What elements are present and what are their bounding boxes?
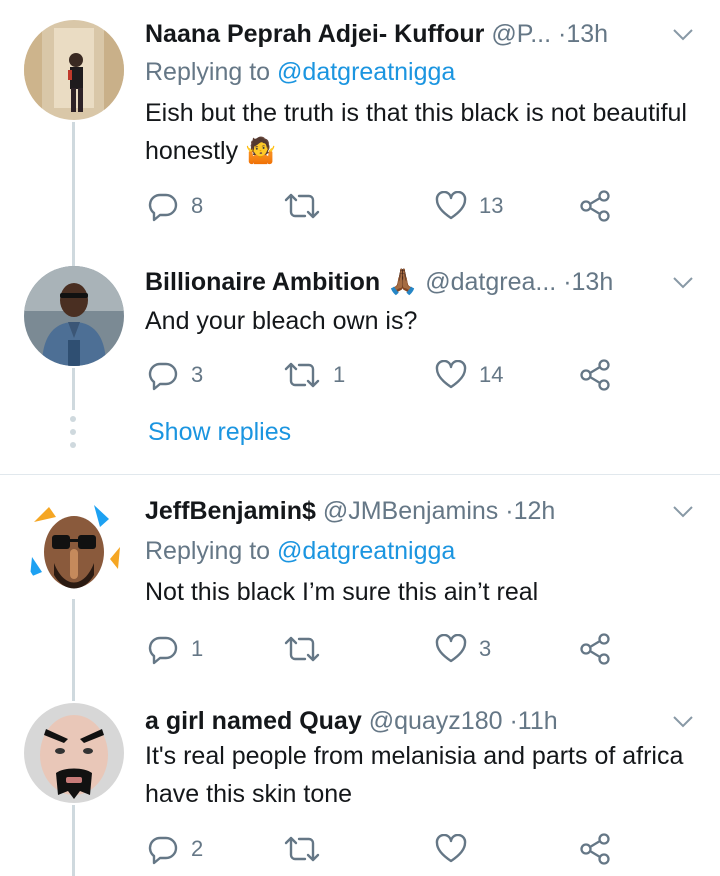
like-icon — [435, 360, 467, 389]
replying-to-label: Replying to — [145, 58, 271, 86]
user-handle[interactable]: @P... — [491, 20, 551, 48]
tweet-2[interactable]: Billionaire Ambition 🙏🏾 @datgrea... ·13h… — [0, 240, 720, 472]
avatar[interactable] — [24, 266, 124, 366]
reply-count: 1 — [191, 636, 204, 661]
display-name[interactable]: Naana Peprah Adjei- Kuffour — [145, 20, 484, 48]
tweet-text: Not this black I’m sure this ain’t real — [145, 578, 539, 606]
retweet-icon — [284, 362, 320, 388]
like-icon — [435, 191, 467, 220]
avatar[interactable] — [24, 703, 124, 803]
tweet-text: And your bleach own is? — [145, 307, 418, 335]
share-button[interactable] — [578, 357, 612, 393]
share-button[interactable] — [578, 831, 612, 867]
share-icon — [580, 633, 610, 665]
chevron-down-icon[interactable] — [672, 715, 694, 729]
tweet-actions: 2 — [145, 831, 615, 867]
like-button[interactable]: 14 — [435, 357, 503, 393]
like-count: 13 — [479, 193, 504, 218]
timestamp[interactable]: 13h — [572, 268, 614, 296]
tweet-4[interactable]: a girl named Quay @quayz180 ·11h It's re… — [0, 701, 720, 876]
tweet-3[interactable]: JeffBenjamin$ @JMBenjamins ·12h Replying… — [0, 475, 720, 701]
thread-line — [72, 122, 75, 240]
like-button[interactable] — [435, 831, 479, 867]
show-replies-link[interactable]: Show replies — [148, 418, 291, 447]
reply-icon — [148, 193, 178, 222]
share-icon — [580, 359, 610, 391]
retweet-icon — [284, 836, 320, 862]
replying-to: Replying to @datgreatnigga — [145, 54, 455, 90]
like-icon — [435, 834, 467, 863]
tweet-actions: 1 3 — [145, 631, 615, 667]
timestamp[interactable]: 12h — [514, 497, 556, 525]
share-icon — [580, 190, 610, 222]
display-name[interactable]: a girl named Quay — [145, 707, 362, 735]
separator: · — [505, 497, 514, 525]
retweet-button[interactable] — [283, 831, 333, 867]
reply-icon — [148, 636, 178, 665]
like-button[interactable]: 3 — [435, 631, 491, 667]
retweet-button[interactable] — [283, 631, 333, 667]
retweet-count: 1 — [333, 362, 346, 387]
retweet-button[interactable] — [283, 188, 333, 224]
tweet-actions: 8 13 — [145, 188, 615, 224]
reply-icon — [148, 836, 178, 865]
retweet-icon — [284, 193, 320, 219]
replying-to-label: Replying to — [145, 537, 271, 565]
mention-link[interactable]: @datgreatnigga — [277, 537, 455, 565]
thread-line — [72, 599, 75, 701]
share-button[interactable] — [578, 188, 612, 224]
separator: · — [563, 268, 572, 296]
user-handle[interactable]: @quayz180 — [369, 707, 503, 735]
tweet-header: Billionaire Ambition 🙏🏾 @datgrea... ·13h — [145, 262, 613, 302]
reply-count: 2 — [191, 836, 204, 861]
tweet-1[interactable]: Naana Peprah Adjei- Kuffour @P... ·13h R… — [0, 0, 720, 240]
reply-button[interactable]: 2 — [147, 831, 203, 867]
display-name[interactable]: Billionaire Ambition 🙏🏾 — [145, 268, 418, 296]
separator: · — [509, 707, 518, 735]
user-handle[interactable]: @JMBenjamins — [323, 497, 498, 525]
user-handle[interactable]: @datgrea... — [425, 268, 556, 296]
display-name[interactable]: JeffBenjamin$ — [145, 497, 316, 525]
tweet-text: Eish but the truth is that this black is… — [145, 99, 687, 165]
reply-button[interactable]: 1 — [147, 631, 203, 667]
reply-count: 3 — [191, 362, 204, 387]
reply-button[interactable]: 8 — [147, 188, 203, 224]
tweet-header: Naana Peprah Adjei- Kuffour @P... ·13h — [145, 14, 608, 54]
chevron-down-icon[interactable] — [672, 28, 694, 42]
reply-icon — [148, 362, 178, 391]
replying-to: Replying to @datgreatnigga — [145, 533, 455, 569]
tweet-header: a girl named Quay @quayz180 ·11h — [145, 701, 558, 741]
tweet-text: It's real people from melanisia and part… — [145, 742, 684, 808]
mention-link[interactable]: @datgreatnigga — [277, 58, 455, 86]
like-count: 3 — [479, 636, 492, 661]
thread-line — [72, 805, 75, 876]
thread-more-indicator — [70, 416, 76, 455]
like-button[interactable]: 13 — [435, 188, 503, 224]
tweet-actions: 3 1 14 — [145, 357, 615, 393]
retweet-button[interactable]: 1 — [283, 357, 345, 393]
share-button[interactable] — [578, 631, 612, 667]
chevron-down-icon[interactable] — [672, 276, 694, 290]
like-icon — [435, 634, 467, 663]
thread-line — [72, 368, 75, 410]
timestamp[interactable]: 13h — [566, 20, 608, 48]
avatar[interactable] — [24, 20, 124, 120]
timestamp[interactable]: 11h — [518, 707, 558, 735]
share-icon — [580, 833, 610, 865]
like-count: 14 — [479, 362, 504, 387]
avatar[interactable] — [24, 497, 124, 597]
tweet-header: JeffBenjamin$ @JMBenjamins ·12h — [145, 491, 555, 531]
thread-line — [72, 240, 75, 266]
reply-count: 8 — [191, 193, 204, 218]
chevron-down-icon[interactable] — [672, 505, 694, 519]
reply-button[interactable]: 3 — [147, 357, 203, 393]
retweet-icon — [284, 636, 320, 662]
